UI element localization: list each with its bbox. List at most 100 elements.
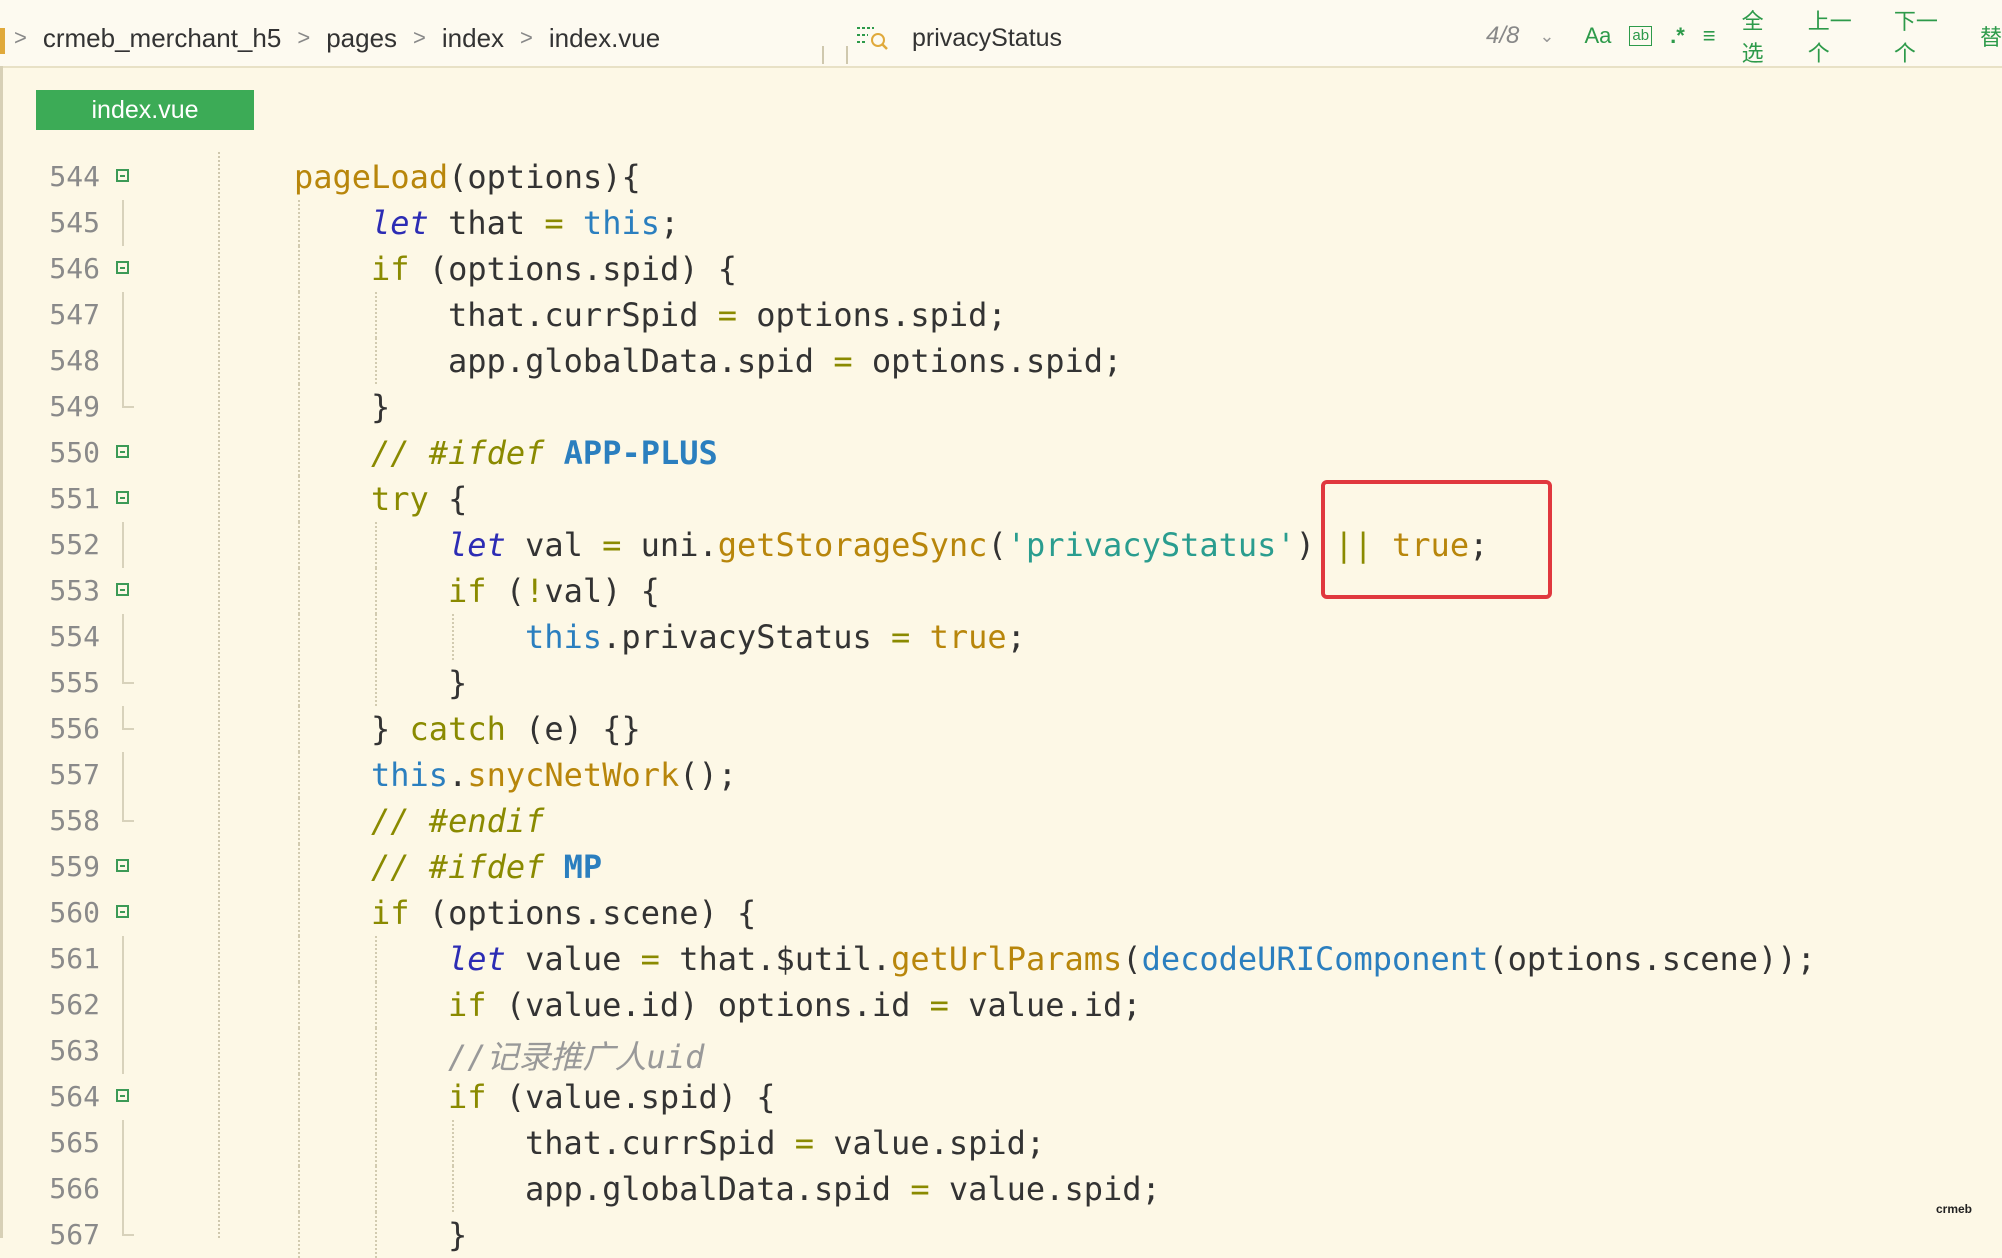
code-line[interactable]: 558 // #endif xyxy=(0,798,2002,844)
line-number: 561 xyxy=(49,942,100,975)
indent-guide xyxy=(298,200,300,246)
replace-button[interactable]: 替 xyxy=(1980,20,2002,52)
code-text: this.privacyStatus = true; xyxy=(525,618,1026,656)
indent-guide xyxy=(375,936,377,982)
code-token: let xyxy=(448,526,506,564)
code-line[interactable]: 564 if (value.spid) { xyxy=(0,1074,2002,1120)
code-text: pageLoad(options){ xyxy=(294,158,641,196)
code-text: } catch (e) {} xyxy=(371,710,641,748)
fold-guide xyxy=(122,660,134,684)
fold-toggle-icon[interactable] xyxy=(116,169,129,182)
code-line[interactable]: 565 that.currSpid = value.spid; xyxy=(0,1120,2002,1166)
indent-guide xyxy=(298,384,300,430)
regex-icon[interactable]: .* xyxy=(1670,23,1685,49)
code-line[interactable]: 552 let val = uni.getStorageSync('privacy… xyxy=(0,522,2002,568)
code-token: value.spid; xyxy=(929,1170,1161,1208)
code-token: ; xyxy=(1006,618,1026,656)
code-token: ( xyxy=(1122,940,1142,978)
code-line[interactable]: 545 let that = this; xyxy=(0,200,2002,246)
code-token: that.$util. xyxy=(659,940,892,978)
search-box[interactable]: privacyStatus xyxy=(856,20,1062,56)
indent-guide xyxy=(298,752,300,798)
line-number: 552 xyxy=(49,528,100,561)
indent-guide xyxy=(298,614,300,660)
fold-toggle-icon[interactable] xyxy=(116,859,129,872)
code-line[interactable]: 566 app.globalData.spid = value.spid; xyxy=(0,1166,2002,1212)
code-line[interactable]: 553 if (!val) { xyxy=(0,568,2002,614)
select-all-button[interactable]: 全选 xyxy=(1742,4,1782,68)
match-case-icon[interactable]: Aa xyxy=(1584,23,1611,49)
fold-guide xyxy=(122,982,124,1028)
code-line[interactable]: 549} xyxy=(0,384,2002,430)
find-in-file-icon[interactable] xyxy=(856,25,890,51)
code-token: = xyxy=(544,204,564,242)
code-token: app.globalData.spid xyxy=(525,1170,911,1208)
code-line[interactable]: 567} xyxy=(0,1212,2002,1258)
chevron-right-icon: > xyxy=(14,25,27,50)
code-token: if xyxy=(448,986,487,1024)
indent-guide xyxy=(375,982,377,1028)
code-line[interactable]: 544 pageLoad(options){ xyxy=(0,154,2002,200)
code-line[interactable]: 550 // #ifdef APP-PLUS xyxy=(0,430,2002,476)
fold-guide xyxy=(122,384,134,408)
code-line[interactable]: 554 this.privacyStatus = true; xyxy=(0,614,2002,660)
previous-match-button[interactable]: 上一个 xyxy=(1808,4,1868,68)
fold-toggle-icon[interactable] xyxy=(116,583,129,596)
code-token: value xyxy=(505,940,641,978)
code-line[interactable]: 551 try { xyxy=(0,476,2002,522)
indent-guide xyxy=(298,522,300,568)
indent-guide xyxy=(298,890,300,936)
indent-guide xyxy=(298,338,300,384)
code-token: (e) {} xyxy=(505,710,641,748)
code-token: ( xyxy=(486,572,526,610)
fold-toggle-icon[interactable] xyxy=(116,261,129,274)
search-input[interactable]: privacyStatus xyxy=(912,24,1062,53)
chevron-right-icon: > xyxy=(413,25,426,50)
code-token: = xyxy=(833,342,853,380)
indent-guide xyxy=(298,1028,300,1074)
search-toolbar: 4/8 ⌄ Aa ab .* ≡ 全选 上一个 下一个 替 xyxy=(1486,9,2002,66)
code-token: catch xyxy=(409,710,506,748)
code-token: app.globalData.spid xyxy=(448,342,834,380)
line-number: 546 xyxy=(49,252,100,285)
next-match-button[interactable]: 下一个 xyxy=(1894,4,1954,68)
code-token: that.currSpid xyxy=(448,296,718,334)
code-line[interactable]: 562 if (value.id) options.id = value.id; xyxy=(0,982,2002,1028)
in-selection-icon[interactable]: ≡ xyxy=(1703,23,1716,49)
breadcrumb-item-index[interactable]: index xyxy=(442,23,504,54)
fold-toggle-icon[interactable] xyxy=(116,905,129,918)
code-token: = xyxy=(929,986,949,1024)
code-line[interactable]: 546 if (options.spid) { xyxy=(0,246,2002,292)
code-line[interactable]: 548 app.globalData.spid = options.spid; xyxy=(0,338,2002,384)
tab-index-vue[interactable]: index.vue xyxy=(36,90,254,130)
code-line[interactable]: 557 this.snycNetWork(); xyxy=(0,752,2002,798)
code-line[interactable]: 556} catch (e) {} xyxy=(0,706,2002,752)
code-line[interactable]: 561 let value = that.$util.getUrlParams(d… xyxy=(0,936,2002,982)
fold-toggle-icon[interactable] xyxy=(116,1089,129,1102)
code-token: ( xyxy=(987,526,1007,564)
code-token: if xyxy=(448,1078,487,1116)
match-count: 4/8 xyxy=(1486,22,1520,49)
code-token: value.id; xyxy=(948,986,1142,1024)
fold-toggle-icon[interactable] xyxy=(116,491,129,504)
line-number: 563 xyxy=(49,1034,100,1067)
code-line[interactable]: 559 // #ifdef MP xyxy=(0,844,2002,890)
code-token: that xyxy=(428,204,545,242)
code-line[interactable]: 563 //记录推广人uid xyxy=(0,1028,2002,1076)
code-line[interactable]: 560 if (options.scene) { xyxy=(0,890,2002,936)
fold-toggle-icon[interactable] xyxy=(116,445,129,458)
breadcrumb-item-pages[interactable]: pages xyxy=(326,23,397,54)
code-text: } xyxy=(448,1216,467,1254)
line-number: 555 xyxy=(49,666,100,699)
line-number: 566 xyxy=(49,1172,100,1205)
chevron-down-icon[interactable]: ⌄ xyxy=(1539,26,1554,47)
fold-guide xyxy=(122,798,134,822)
whole-word-icon[interactable]: ab xyxy=(1629,26,1653,46)
indent-guide xyxy=(375,1028,377,1074)
breadcrumb-item-project[interactable]: crmeb_merchant_h5 xyxy=(43,23,281,54)
code-line[interactable]: 555} xyxy=(0,660,2002,706)
breadcrumb-item-file[interactable]: index.vue xyxy=(549,23,660,54)
code-line[interactable]: 547 that.currSpid = options.spid; xyxy=(0,292,2002,338)
code-token: ! xyxy=(525,572,545,610)
